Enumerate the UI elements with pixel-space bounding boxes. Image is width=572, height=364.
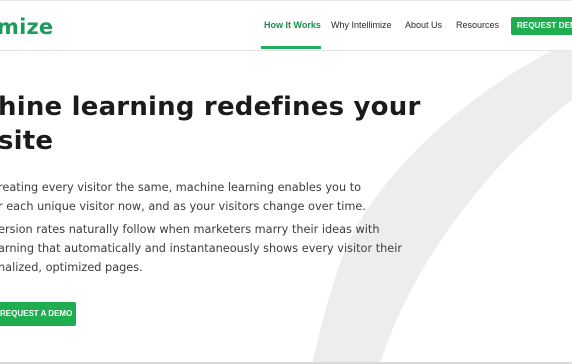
hero-title: hine learning redefines your site: [0, 90, 420, 158]
nav-active-indicator: [261, 46, 321, 49]
paragraph-line: nalized, optimized pages.: [0, 261, 143, 274]
main-nav: How It Works Why Intellimize About Us Re…: [0, 0, 572, 50]
request-demo-button[interactable]: REQUEST DEMO: [511, 17, 572, 35]
hero-paragraph-2: ersion rates naturally follow when marke…: [0, 220, 402, 277]
nav-about-us[interactable]: About Us: [405, 20, 442, 30]
hero-title-line: hine learning redefines your: [0, 92, 421, 122]
hero-title-line: site: [0, 126, 54, 156]
nav-resources[interactable]: Resources: [456, 20, 499, 30]
paragraph-line: ersion rates naturally follow when marke…: [0, 223, 380, 236]
paragraph-line: reating every visitor the same, machine …: [0, 181, 362, 194]
hero-paragraph-1: reating every visitor the same, machine …: [0, 178, 366, 216]
nav-how-it-works[interactable]: How It Works: [264, 20, 321, 30]
paragraph-line: arning that automatically and instantane…: [0, 242, 403, 255]
top-border: [0, 0, 572, 1]
paragraph-line: r each unique visitor now, and as your v…: [0, 200, 366, 213]
request-a-demo-button[interactable]: REQUEST A DEMO: [0, 302, 76, 326]
site-header: mize How It Works Why Intellimize About …: [0, 0, 572, 51]
nav-why-intellimize[interactable]: Why Intellimize: [331, 20, 392, 30]
